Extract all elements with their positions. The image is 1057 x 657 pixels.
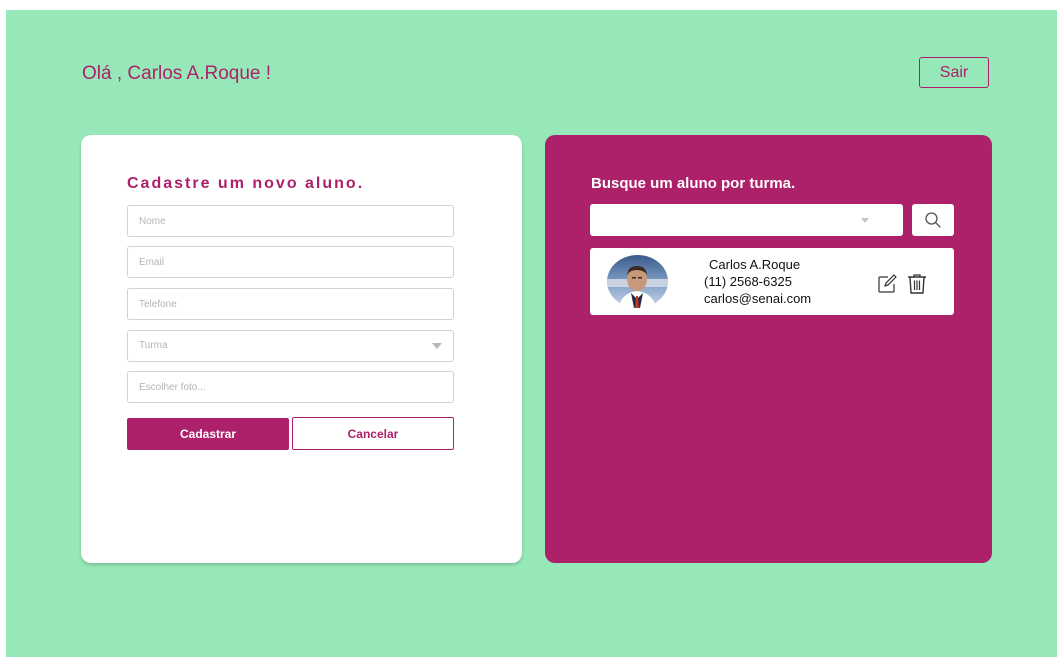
student-name: Carlos A.Roque <box>709 257 801 272</box>
name-input[interactable] <box>127 205 454 237</box>
edit-student-button[interactable] <box>875 272 899 296</box>
cancel-button[interactable]: Cancelar <box>292 417 454 450</box>
student-phone: (11) 2568-6325 <box>704 274 792 289</box>
delete-student-button[interactable] <box>905 272 929 296</box>
register-student-card: Cadastre um novo aluno. Turma Cadastrar … <box>81 135 522 563</box>
logout-button[interactable]: Sair <box>919 57 989 88</box>
student-avatar <box>607 255 668 308</box>
class-select[interactable]: Turma <box>127 330 454 362</box>
email-input[interactable] <box>127 246 454 278</box>
trash-icon <box>908 274 926 294</box>
app-background: Olá , Carlos A.Roque ! Sair Cadastre um … <box>6 10 1057 657</box>
search-panel-title: Busque um aluno por turma. <box>591 175 796 192</box>
search-button[interactable] <box>912 204 954 236</box>
search-student-panel: Busque um aluno por turma. Carlos A.Roqu… <box>545 135 992 563</box>
register-button[interactable]: Cadastrar <box>127 418 289 450</box>
student-email: carlos@senai.com <box>704 291 812 306</box>
greeting-text: Olá , Carlos A.Roque ! <box>82 63 272 84</box>
register-form-title: Cadastre um novo aluno. <box>127 175 365 192</box>
chevron-down-icon <box>432 343 442 349</box>
chevron-down-icon <box>861 217 869 223</box>
class-filter-select[interactable] <box>590 204 903 236</box>
search-icon <box>925 212 941 228</box>
phone-input[interactable] <box>127 288 454 320</box>
edit-icon <box>878 274 897 293</box>
student-info: Carlos A.Roque (11) 2568-6325 carlos@sen… <box>704 256 824 307</box>
student-result-card[interactable]: Carlos A.Roque (11) 2568-6325 carlos@sen… <box>590 248 954 315</box>
class-select-placeholder: Turma <box>139 340 168 351</box>
photo-file-input[interactable] <box>127 371 454 403</box>
